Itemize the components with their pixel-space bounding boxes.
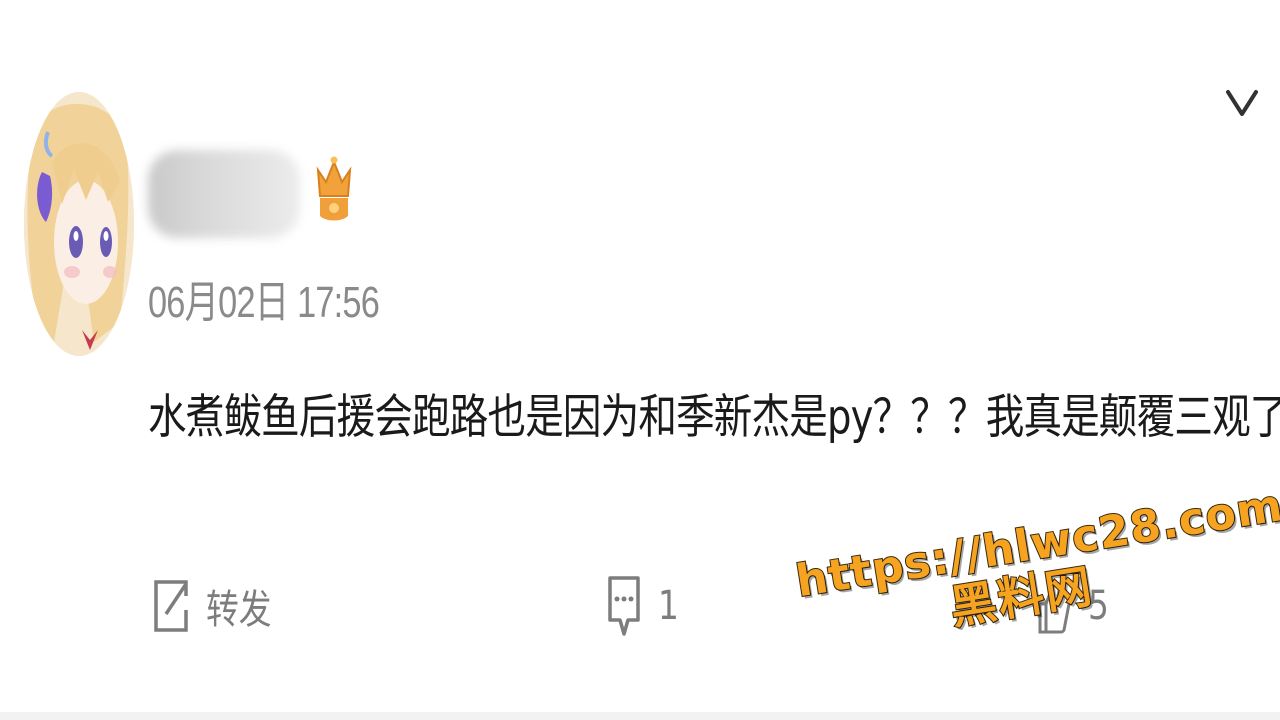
bottom-divider bbox=[0, 712, 1280, 720]
weibo-post-card: 06月02日 17:56 水煮鲅鱼后援会跑路也是因为和季新杰是py？？？我真是颠… bbox=[0, 0, 1280, 720]
chevron-down-icon[interactable] bbox=[1222, 82, 1262, 122]
comment-button[interactable]: 1 bbox=[606, 570, 683, 642]
comment-icon bbox=[606, 572, 642, 640]
forward-label: 转发 bbox=[206, 587, 272, 633]
post-content: 水煮鲅鱼后援会跑路也是因为和季新杰是py？？？我真是颠覆三观了 bbox=[148, 390, 1280, 445]
post-timestamp: 06月02日 17:56 bbox=[148, 278, 380, 327]
forward-button[interactable]: 转发 bbox=[152, 570, 286, 642]
username-redacted[interactable] bbox=[148, 150, 300, 238]
watermark: https://hlwc28.com 黑料网 bbox=[792, 479, 1280, 657]
vip-crown-icon[interactable] bbox=[314, 152, 354, 224]
share-icon bbox=[152, 574, 190, 638]
comment-count: 1 bbox=[658, 583, 679, 629]
avatar[interactable] bbox=[24, 92, 134, 356]
